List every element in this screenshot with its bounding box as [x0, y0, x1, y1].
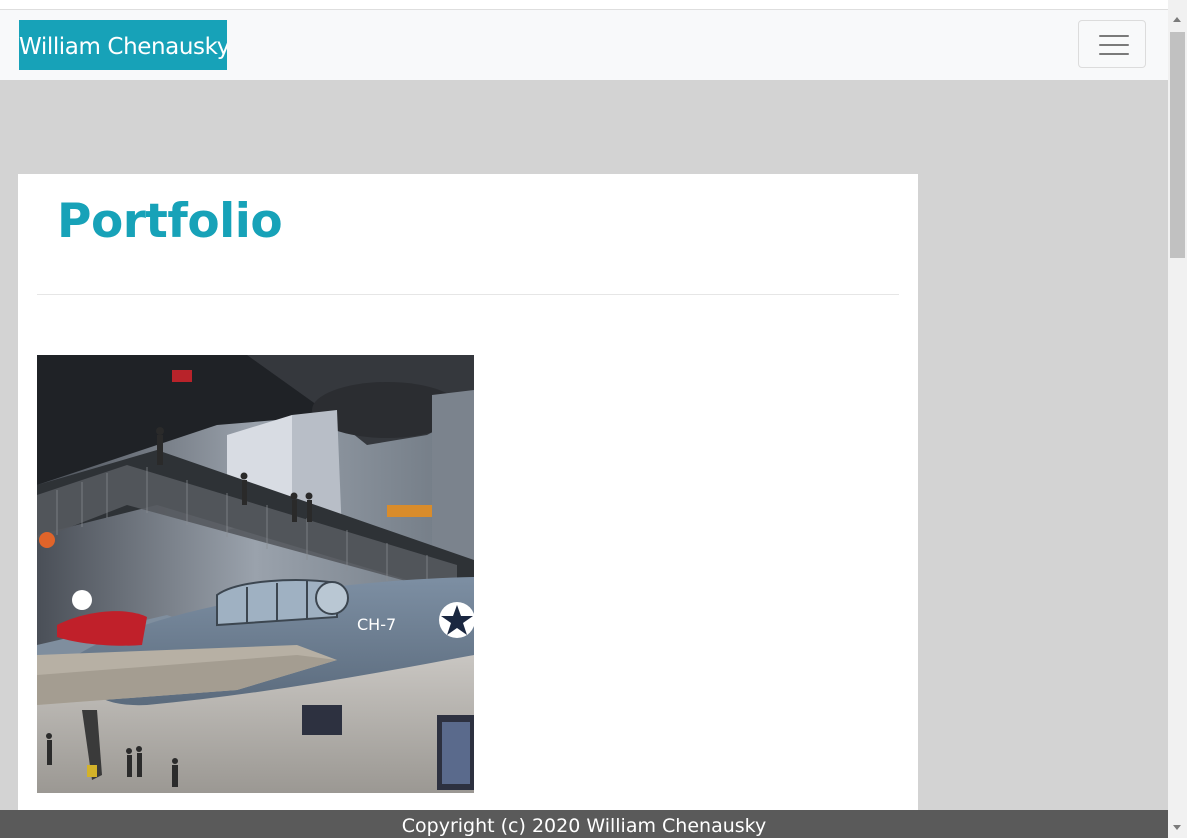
scrollbar-thumb[interactable] — [1170, 32, 1185, 258]
scroll-down-arrow-icon[interactable] — [1168, 818, 1187, 838]
museum-airplane-photo: CH-7 — [37, 355, 474, 793]
navbar-toggler-button[interactable] — [1078, 20, 1146, 68]
page-viewport: William Chenausky Portfolio CH-7 Copyrig… — [0, 0, 1168, 838]
scroll-up-arrow-icon[interactable] — [1168, 10, 1187, 30]
window-top-edge — [0, 0, 1168, 10]
navbar-brand-link[interactable]: William Chenausky — [19, 20, 227, 70]
portfolio-card: Portfolio CH-7 — [18, 174, 918, 838]
svg-text:CH-7: CH-7 — [357, 615, 396, 634]
page-title: Portfolio — [57, 194, 283, 249]
copyright-text: Copyright (c) 2020 William Chenausky — [401, 815, 767, 837]
page-footer: Copyright (c) 2020 William Chenausky — [0, 810, 1168, 838]
vertical-scrollbar[interactable] — [1168, 0, 1187, 838]
navbar: William Chenausky — [0, 10, 1168, 80]
portfolio-image[interactable]: CH-7 — [37, 355, 474, 793]
title-divider — [37, 294, 899, 295]
